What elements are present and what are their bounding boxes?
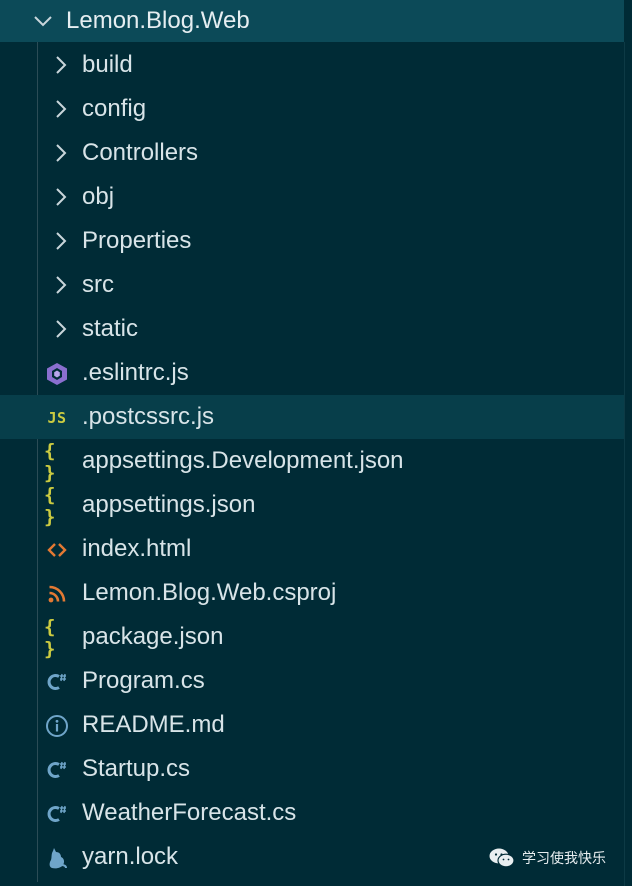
js-glyph: JS — [47, 409, 67, 427]
chevron-right-icon — [56, 232, 67, 250]
json-icon: { } — [44, 616, 70, 660]
folder-label: Controllers — [82, 139, 199, 166]
file-row-postcssrc[interactable]: JS .postcssrc.js — [0, 395, 624, 439]
html-icon — [44, 537, 70, 563]
file-label: .postcssrc.js — [82, 403, 215, 430]
file-row-program-cs[interactable]: Program.cs — [0, 659, 624, 703]
file-label: WeatherForecast.cs — [82, 799, 297, 826]
chevron-right-icon — [56, 100, 67, 118]
file-row-eslintrc[interactable]: .eslintrc.js — [0, 351, 624, 395]
root-folder-row[interactable]: Lemon.Blog.Web — [0, 0, 624, 42]
file-label: package.json — [82, 623, 224, 650]
root-folder-label: Lemon.Blog.Web — [66, 7, 250, 34]
file-row-csproj[interactable]: Lemon.Blog.Web.csproj — [0, 571, 624, 615]
chevron-right-icon — [56, 56, 67, 74]
csharp-icon — [44, 757, 70, 783]
folder-label: build — [82, 51, 133, 78]
json-glyph: { } — [44, 616, 56, 660]
json-glyph: { } — [44, 440, 56, 484]
folder-row-properties[interactable]: Properties — [0, 219, 624, 263]
wechat-icon — [489, 848, 515, 868]
scrollbar-track — [624, 42, 625, 886]
chevron-down-icon — [34, 16, 52, 27]
folder-row-controllers[interactable]: Controllers — [0, 131, 624, 175]
folder-label: static — [82, 315, 139, 342]
file-row-weatherforecast-cs[interactable]: WeatherForecast.cs — [0, 791, 624, 835]
rss-icon — [44, 581, 70, 607]
file-label: index.html — [82, 535, 192, 562]
file-label: appsettings.json — [82, 491, 256, 518]
chevron-right-icon — [56, 144, 67, 162]
file-row-index-html[interactable]: index.html — [0, 527, 624, 571]
folder-label: Properties — [82, 227, 192, 254]
file-row-startup-cs[interactable]: Startup.cs — [0, 747, 624, 791]
folder-row-src[interactable]: src — [0, 263, 624, 307]
folder-label: obj — [82, 183, 115, 210]
folder-label: src — [82, 271, 114, 298]
json-icon: { } — [44, 484, 70, 528]
eslint-icon — [44, 361, 70, 387]
folder-row-build[interactable]: build — [0, 43, 624, 87]
watermark: 学习使我快乐 — [488, 846, 606, 870]
folder-row-config[interactable]: config — [0, 87, 624, 131]
file-explorer: Lemon.Blog.Web build config Controllers … — [0, 0, 632, 886]
file-row-readme[interactable]: README.md — [0, 703, 624, 747]
file-label: Lemon.Blog.Web.csproj — [82, 579, 337, 606]
file-label: Startup.cs — [82, 755, 191, 782]
file-label: appsettings.Development.json — [82, 447, 404, 474]
javascript-icon: JS — [44, 405, 70, 431]
chevron-right-icon — [56, 276, 67, 294]
chevron-right-icon — [56, 320, 67, 338]
csharp-icon — [44, 669, 70, 695]
file-row-appsettings[interactable]: { } appsettings.json — [0, 483, 624, 528]
file-label: yarn.lock — [82, 843, 179, 870]
folder-label: config — [82, 95, 147, 122]
file-label: .eslintrc.js — [82, 359, 189, 386]
folder-row-obj[interactable]: obj — [0, 175, 624, 219]
file-row-appsettings-development[interactable]: { } appsettings.Development.json — [0, 439, 624, 484]
file-label: README.md — [82, 711, 225, 738]
yarn-cat-icon — [44, 845, 70, 871]
folder-row-static[interactable]: static — [0, 307, 624, 351]
json-glyph: { } — [44, 484, 56, 528]
chevron-right-icon — [56, 188, 67, 206]
info-icon — [44, 713, 70, 739]
file-label: Program.cs — [82, 667, 205, 694]
file-row-package-json[interactable]: { } package.json — [0, 615, 624, 660]
csharp-icon — [44, 801, 70, 827]
watermark-text: 学习使我快乐 — [522, 851, 606, 867]
json-icon: { } — [44, 440, 70, 484]
